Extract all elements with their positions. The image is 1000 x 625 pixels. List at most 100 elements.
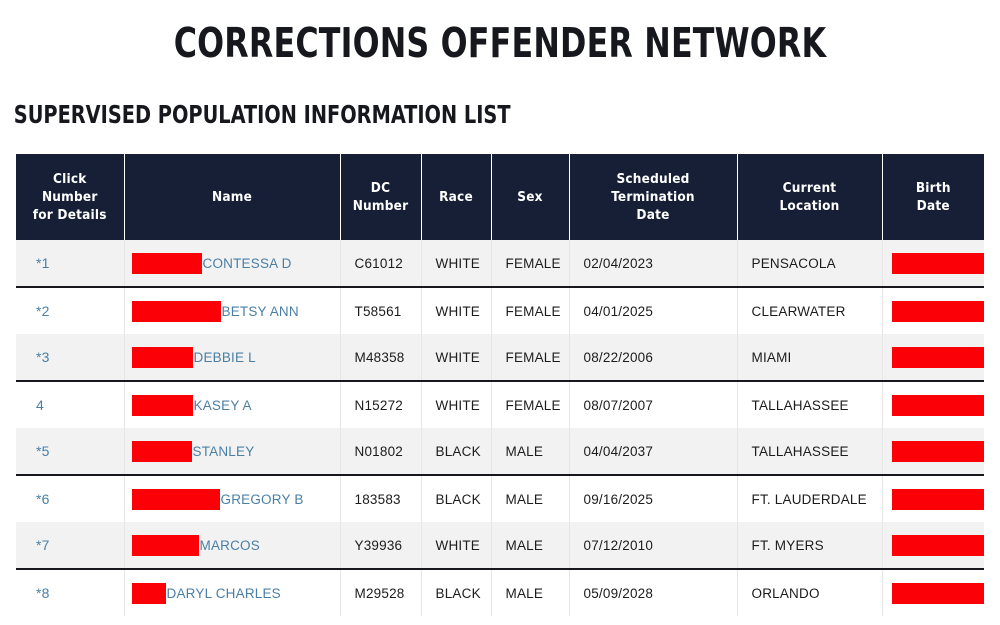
column-header-line: DC bbox=[370, 180, 391, 196]
page-subtitle: SUPERVISED POPULATION INFORMATION LIST bbox=[13, 100, 511, 129]
birth-date-content bbox=[883, 440, 984, 462]
column-header-line: Location bbox=[779, 198, 840, 214]
name-cell-content: BETSY ANN bbox=[125, 300, 340, 322]
column-header-line: Date bbox=[916, 198, 950, 214]
page-title: CORRECTIONS OFFENDER NETWORK bbox=[173, 19, 827, 67]
cell-current-location: FT. LAUDERDALE bbox=[737, 475, 883, 522]
cell-dc-number: M29528 bbox=[340, 569, 422, 616]
table-row: *6 GREGORY B 183583 BLACK MALE 09/16/2025 FT. … bbox=[16, 475, 984, 522]
column-header-line: Birth bbox=[915, 180, 951, 196]
cell-scheduled-termination-date: 08/07/2007 bbox=[569, 381, 738, 428]
column-header-race: Race bbox=[421, 154, 492, 240]
cell-click-number[interactable]: *8 bbox=[16, 569, 125, 616]
offender-detail-link[interactable]: 4 bbox=[36, 397, 44, 413]
redaction-bar-icon bbox=[131, 300, 221, 322]
cell-name[interactable]: CONTESSA D bbox=[124, 240, 341, 288]
redaction-bar-icon bbox=[891, 440, 984, 462]
offender-name-link[interactable]: KASEY A bbox=[193, 398, 252, 413]
column-header-name: Name bbox=[124, 154, 341, 240]
cell-race: BLACK bbox=[421, 475, 492, 522]
cell-scheduled-termination-date: 09/16/2025 bbox=[569, 475, 738, 522]
table-header: Click Number for Details Name DC Number Race Se… bbox=[16, 154, 984, 240]
offender-detail-link[interactable]: *8 bbox=[36, 585, 50, 601]
offender-name-link[interactable]: STANLEY bbox=[192, 444, 255, 459]
column-header-line: Termination bbox=[611, 189, 695, 205]
redaction-bar-icon bbox=[891, 300, 984, 322]
cell-sex: MALE bbox=[491, 569, 570, 616]
cell-click-number[interactable]: *2 bbox=[16, 287, 125, 334]
cell-click-number[interactable]: *5 bbox=[16, 428, 125, 476]
cell-race: BLACK bbox=[421, 428, 492, 476]
cell-click-number[interactable]: *6 bbox=[16, 475, 125, 522]
cell-dc-number: N15272 bbox=[340, 381, 422, 428]
redaction-bar-icon bbox=[891, 582, 984, 604]
cell-birth-date bbox=[882, 475, 984, 522]
cell-birth-date bbox=[882, 569, 984, 616]
cell-click-number[interactable]: *3 bbox=[16, 334, 125, 382]
offender-name-link[interactable]: BETSY ANN bbox=[221, 304, 299, 319]
offender-name-link[interactable]: CONTESSA D bbox=[202, 256, 292, 271]
name-cell-content: MARCOS bbox=[125, 534, 340, 556]
redaction-bar-icon bbox=[891, 394, 984, 416]
redaction-bar-icon bbox=[131, 534, 199, 556]
offender-detail-link[interactable]: *5 bbox=[36, 443, 50, 459]
cell-click-number[interactable]: *7 bbox=[16, 522, 125, 570]
redaction-bar-icon bbox=[891, 534, 984, 556]
column-header-scheduled_termination_date: Scheduled Termination Date bbox=[569, 154, 738, 240]
column-header-line: Scheduled bbox=[616, 171, 690, 187]
cell-name[interactable]: DARYL CHARLES bbox=[124, 569, 341, 616]
column-header-line: Number bbox=[352, 198, 409, 214]
table-body: *1 CONTESSA D C61012 WHITE FEMALE 02/04/2023 P… bbox=[16, 240, 984, 616]
cell-current-location: FT. MYERS bbox=[737, 522, 883, 570]
redaction-bar-icon bbox=[131, 394, 193, 416]
table-row: *3 DEBBIE L M48358 WHITE FEMALE 08/22/2006 MIA… bbox=[16, 334, 984, 382]
table-row: 4 KASEY A N15272 WHITE FEMALE 08/07/2007 TALLA… bbox=[16, 381, 984, 428]
offender-table: Click Number for Details Name DC Number Race Se… bbox=[16, 154, 984, 616]
cell-dc-number: M48358 bbox=[340, 334, 422, 382]
cell-dc-number: T58561 bbox=[340, 287, 422, 334]
cell-click-number[interactable]: 4 bbox=[16, 381, 125, 428]
offender-name-link[interactable]: MARCOS bbox=[199, 538, 260, 553]
page-root: CORRECTIONS OFFENDER NETWORK SUPERVISED … bbox=[0, 0, 1000, 625]
redaction-bar-icon bbox=[131, 488, 220, 510]
birth-date-content bbox=[883, 346, 984, 368]
redaction-bar-icon bbox=[131, 346, 193, 368]
cell-click-number[interactable]: *1 bbox=[16, 240, 125, 288]
redaction-bar-icon bbox=[131, 440, 192, 462]
cell-birth-date bbox=[882, 428, 984, 476]
offender-name-link[interactable]: DEBBIE L bbox=[193, 350, 256, 365]
offender-detail-link[interactable]: *1 bbox=[36, 255, 50, 271]
cell-race: WHITE bbox=[421, 287, 492, 334]
cell-name[interactable]: STANLEY bbox=[124, 428, 341, 476]
offender-detail-link[interactable]: *3 bbox=[36, 349, 50, 365]
column-header-line: Click bbox=[52, 171, 87, 187]
offender-detail-link[interactable]: *2 bbox=[36, 303, 50, 319]
cell-name[interactable]: MARCOS bbox=[124, 522, 341, 570]
cell-scheduled-termination-date: 08/22/2006 bbox=[569, 334, 738, 382]
offender-detail-link[interactable]: *6 bbox=[36, 491, 50, 507]
offender-detail-link[interactable]: *7 bbox=[36, 537, 50, 553]
cell-name[interactable]: GREGORY B bbox=[124, 475, 341, 522]
cell-sex: FEMALE bbox=[491, 287, 570, 334]
redaction-bar-icon bbox=[891, 346, 984, 368]
cell-scheduled-termination-date: 07/12/2010 bbox=[569, 522, 738, 570]
cell-name[interactable]: DEBBIE L bbox=[124, 334, 341, 382]
offender-name-link[interactable]: DARYL CHARLES bbox=[166, 586, 281, 601]
redaction-bar-icon bbox=[891, 488, 984, 510]
cell-birth-date bbox=[882, 334, 984, 382]
cell-scheduled-termination-date: 05/09/2028 bbox=[569, 569, 738, 616]
cell-sex: MALE bbox=[491, 475, 570, 522]
offender-name-link[interactable]: GREGORY B bbox=[220, 492, 304, 507]
cell-name[interactable]: BETSY ANN bbox=[124, 287, 341, 334]
name-cell-content: GREGORY B bbox=[125, 488, 340, 510]
cell-birth-date bbox=[882, 381, 984, 428]
cell-race: WHITE bbox=[421, 240, 492, 288]
name-cell-content: DEBBIE L bbox=[125, 346, 340, 368]
table-row: *8 DARYL CHARLES M29528 BLACK MALE 05/09/2028… bbox=[16, 569, 984, 616]
cell-race: WHITE bbox=[421, 381, 492, 428]
cell-name[interactable]: KASEY A bbox=[124, 381, 341, 428]
cell-scheduled-termination-date: 02/04/2023 bbox=[569, 240, 738, 288]
cell-sex: MALE bbox=[491, 522, 570, 570]
birth-date-content bbox=[883, 252, 984, 274]
cell-current-location: PENSACOLA bbox=[737, 240, 883, 288]
